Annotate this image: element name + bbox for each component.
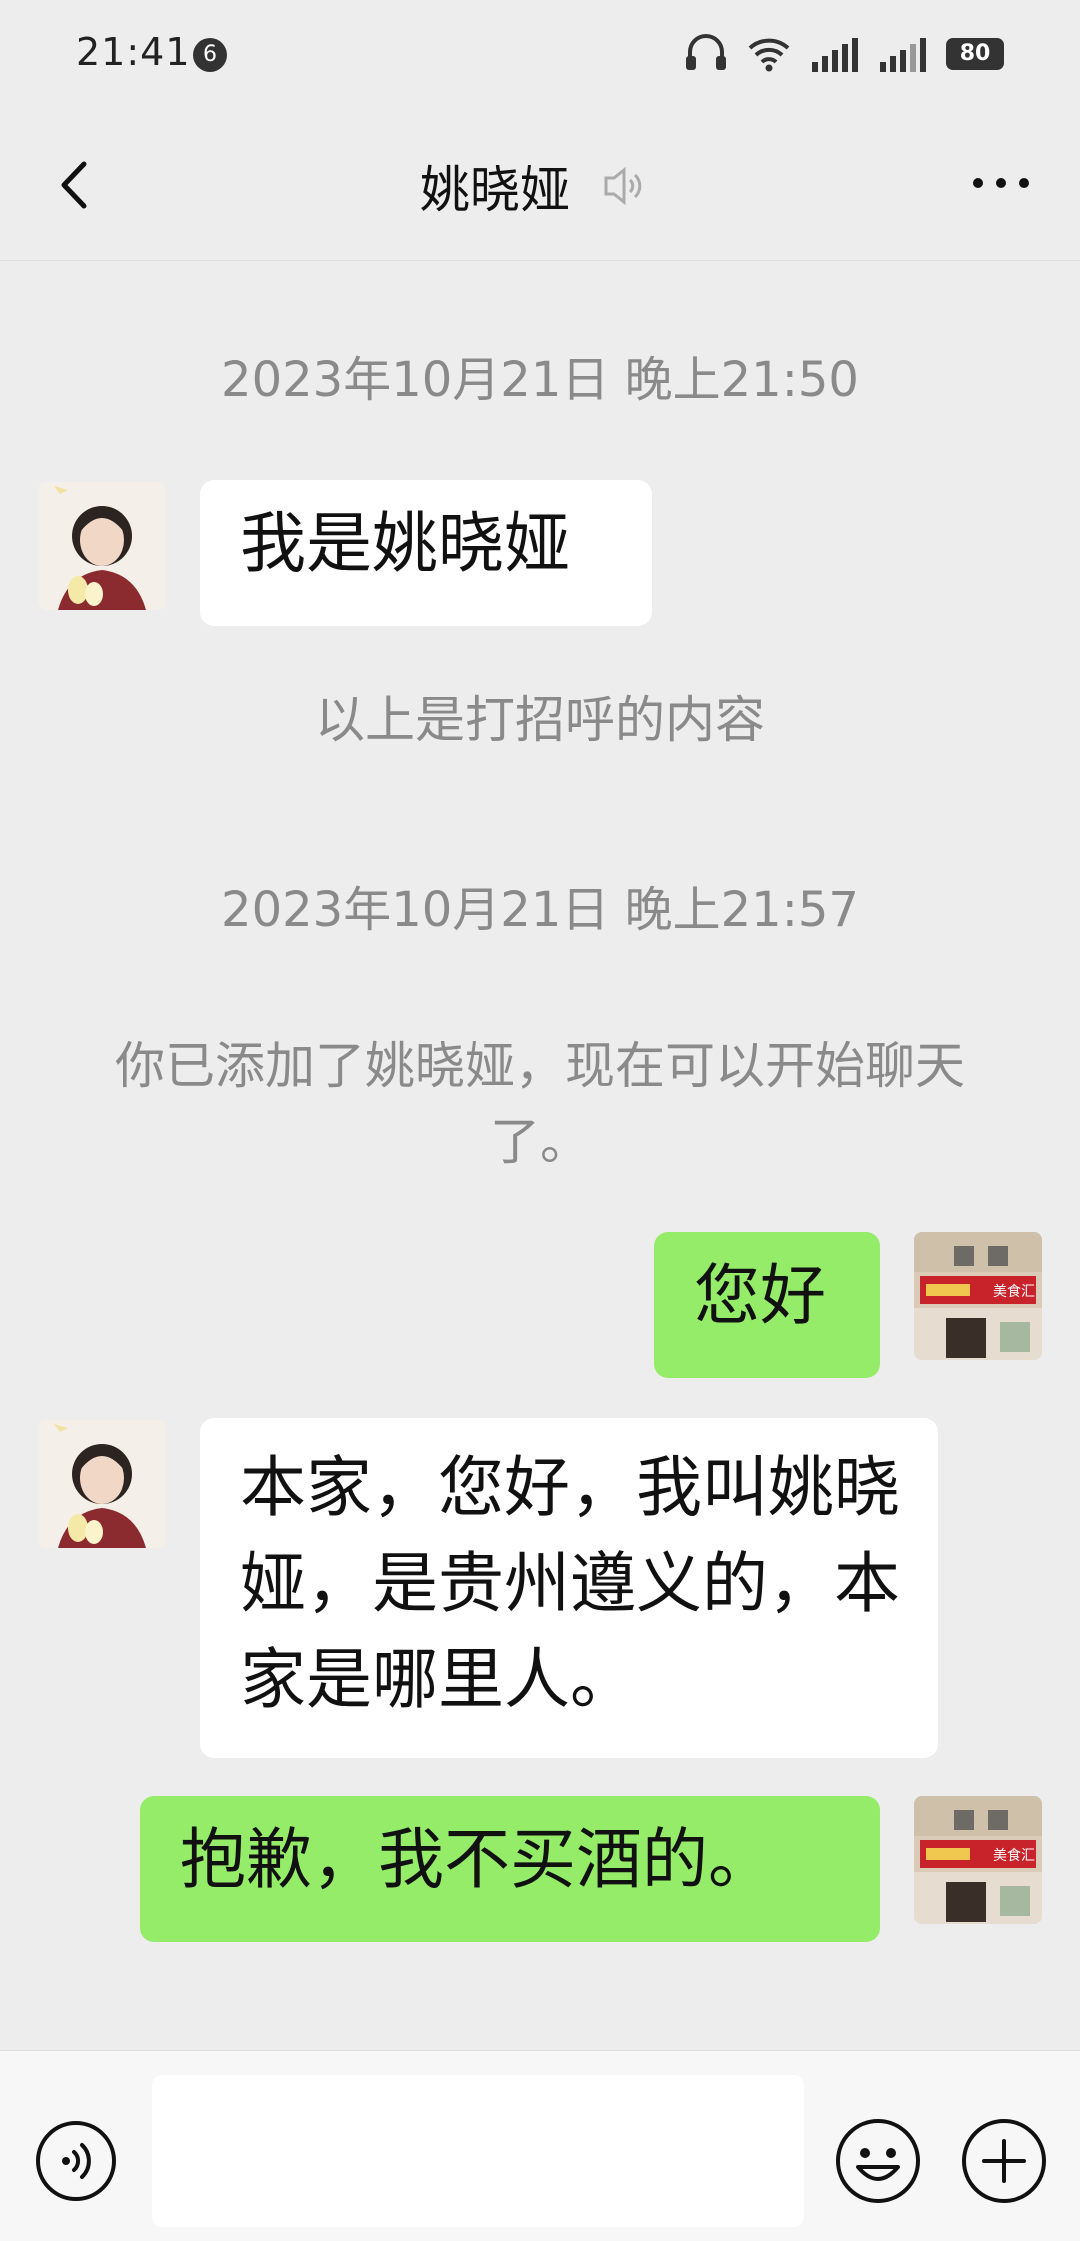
more-options-icon[interactable] — [966, 158, 1036, 208]
notification-count-badge: 6 — [193, 38, 227, 72]
voice-input-icon[interactable] — [34, 2119, 118, 2203]
self-avatar-image: 美食汇 — [914, 1796, 1042, 1924]
self-avatar-sign: 美食汇 — [993, 1847, 1035, 1864]
signal-icon-2 — [880, 38, 926, 72]
chat-title: 姚晓娅 — [420, 161, 570, 219]
contact-avatar-image — [38, 1420, 166, 1548]
message-timestamp: 2023年10月21日 晚上21:57 — [221, 882, 859, 938]
message-timestamp: 2023年10月21日 晚上21:50 — [221, 352, 859, 408]
wifi-icon — [748, 38, 790, 72]
headset-icon — [686, 34, 726, 70]
chat-input-bar — [0, 2050, 1080, 2241]
status-icons: 80 — [684, 34, 1004, 74]
status-bar: 21:41 6 80 — [0, 0, 1080, 110]
incoming-message-bubble[interactable]: 我是姚晓娅 — [200, 480, 652, 626]
emoji-icon[interactable] — [834, 2117, 922, 2205]
system-message: 你已添加了姚晓娅，现在可以开始聊天了。 — [115, 1037, 965, 1171]
speaker-mode-icon — [604, 166, 642, 206]
system-message: 以上是打招呼的内容 — [315, 691, 765, 749]
signal-icon-1 — [812, 38, 858, 72]
self-avatar-image: 美食汇 — [914, 1232, 1042, 1360]
self-avatar-sign: 美食汇 — [993, 1283, 1035, 1300]
battery-indicator: 80 — [946, 38, 1004, 70]
outgoing-message-bubble[interactable]: 您好 — [654, 1232, 880, 1378]
back-icon[interactable] — [44, 150, 114, 220]
contact-avatar-image — [38, 482, 166, 610]
contact-avatar[interactable] — [38, 1420, 166, 1548]
outgoing-message-bubble[interactable]: 抱歉，我不买酒的。 — [140, 1796, 880, 1942]
chat-header: 姚晓娅 — [0, 110, 1080, 261]
self-avatar[interactable]: 美食汇 — [914, 1232, 1042, 1360]
title-group: 姚晓娅 — [420, 150, 644, 222]
contact-avatar[interactable] — [38, 482, 166, 610]
incoming-message-bubble[interactable]: 本家，您好，我叫姚晓娅，是贵州遵义的，本家是哪里人。 — [200, 1418, 938, 1758]
message-text-input[interactable] — [152, 2075, 804, 2227]
plus-icon[interactable] — [960, 2117, 1048, 2205]
status-time: 21:41 — [76, 30, 191, 74]
self-avatar[interactable]: 美食汇 — [914, 1796, 1042, 1924]
